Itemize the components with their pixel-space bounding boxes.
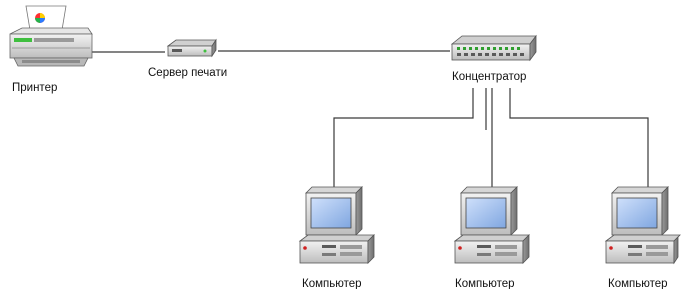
- network-diagram: Принтер Сервер печати Концентратор Компь…: [9, 5, 681, 289]
- print-server-label: Сервер печати: [148, 67, 227, 79]
- computer-icon: [604, 186, 681, 265]
- computer-2-label: Компьютер: [455, 278, 515, 289]
- hub-label: Концентратор: [452, 71, 526, 83]
- computer-1-label: Компьютер: [302, 278, 362, 289]
- computer-3-label: Компьютер: [608, 278, 668, 289]
- link-hub-computer-3: [509, 88, 649, 193]
- computer-icon: [298, 186, 375, 264]
- computer-icon: [453, 186, 530, 264]
- hub-icon: [450, 34, 537, 62]
- printer-icon: [9, 5, 93, 67]
- print-server-icon: [166, 38, 217, 58]
- printer-label: Принтер: [12, 82, 57, 94]
- link-hub-computer-1: [333, 88, 474, 193]
